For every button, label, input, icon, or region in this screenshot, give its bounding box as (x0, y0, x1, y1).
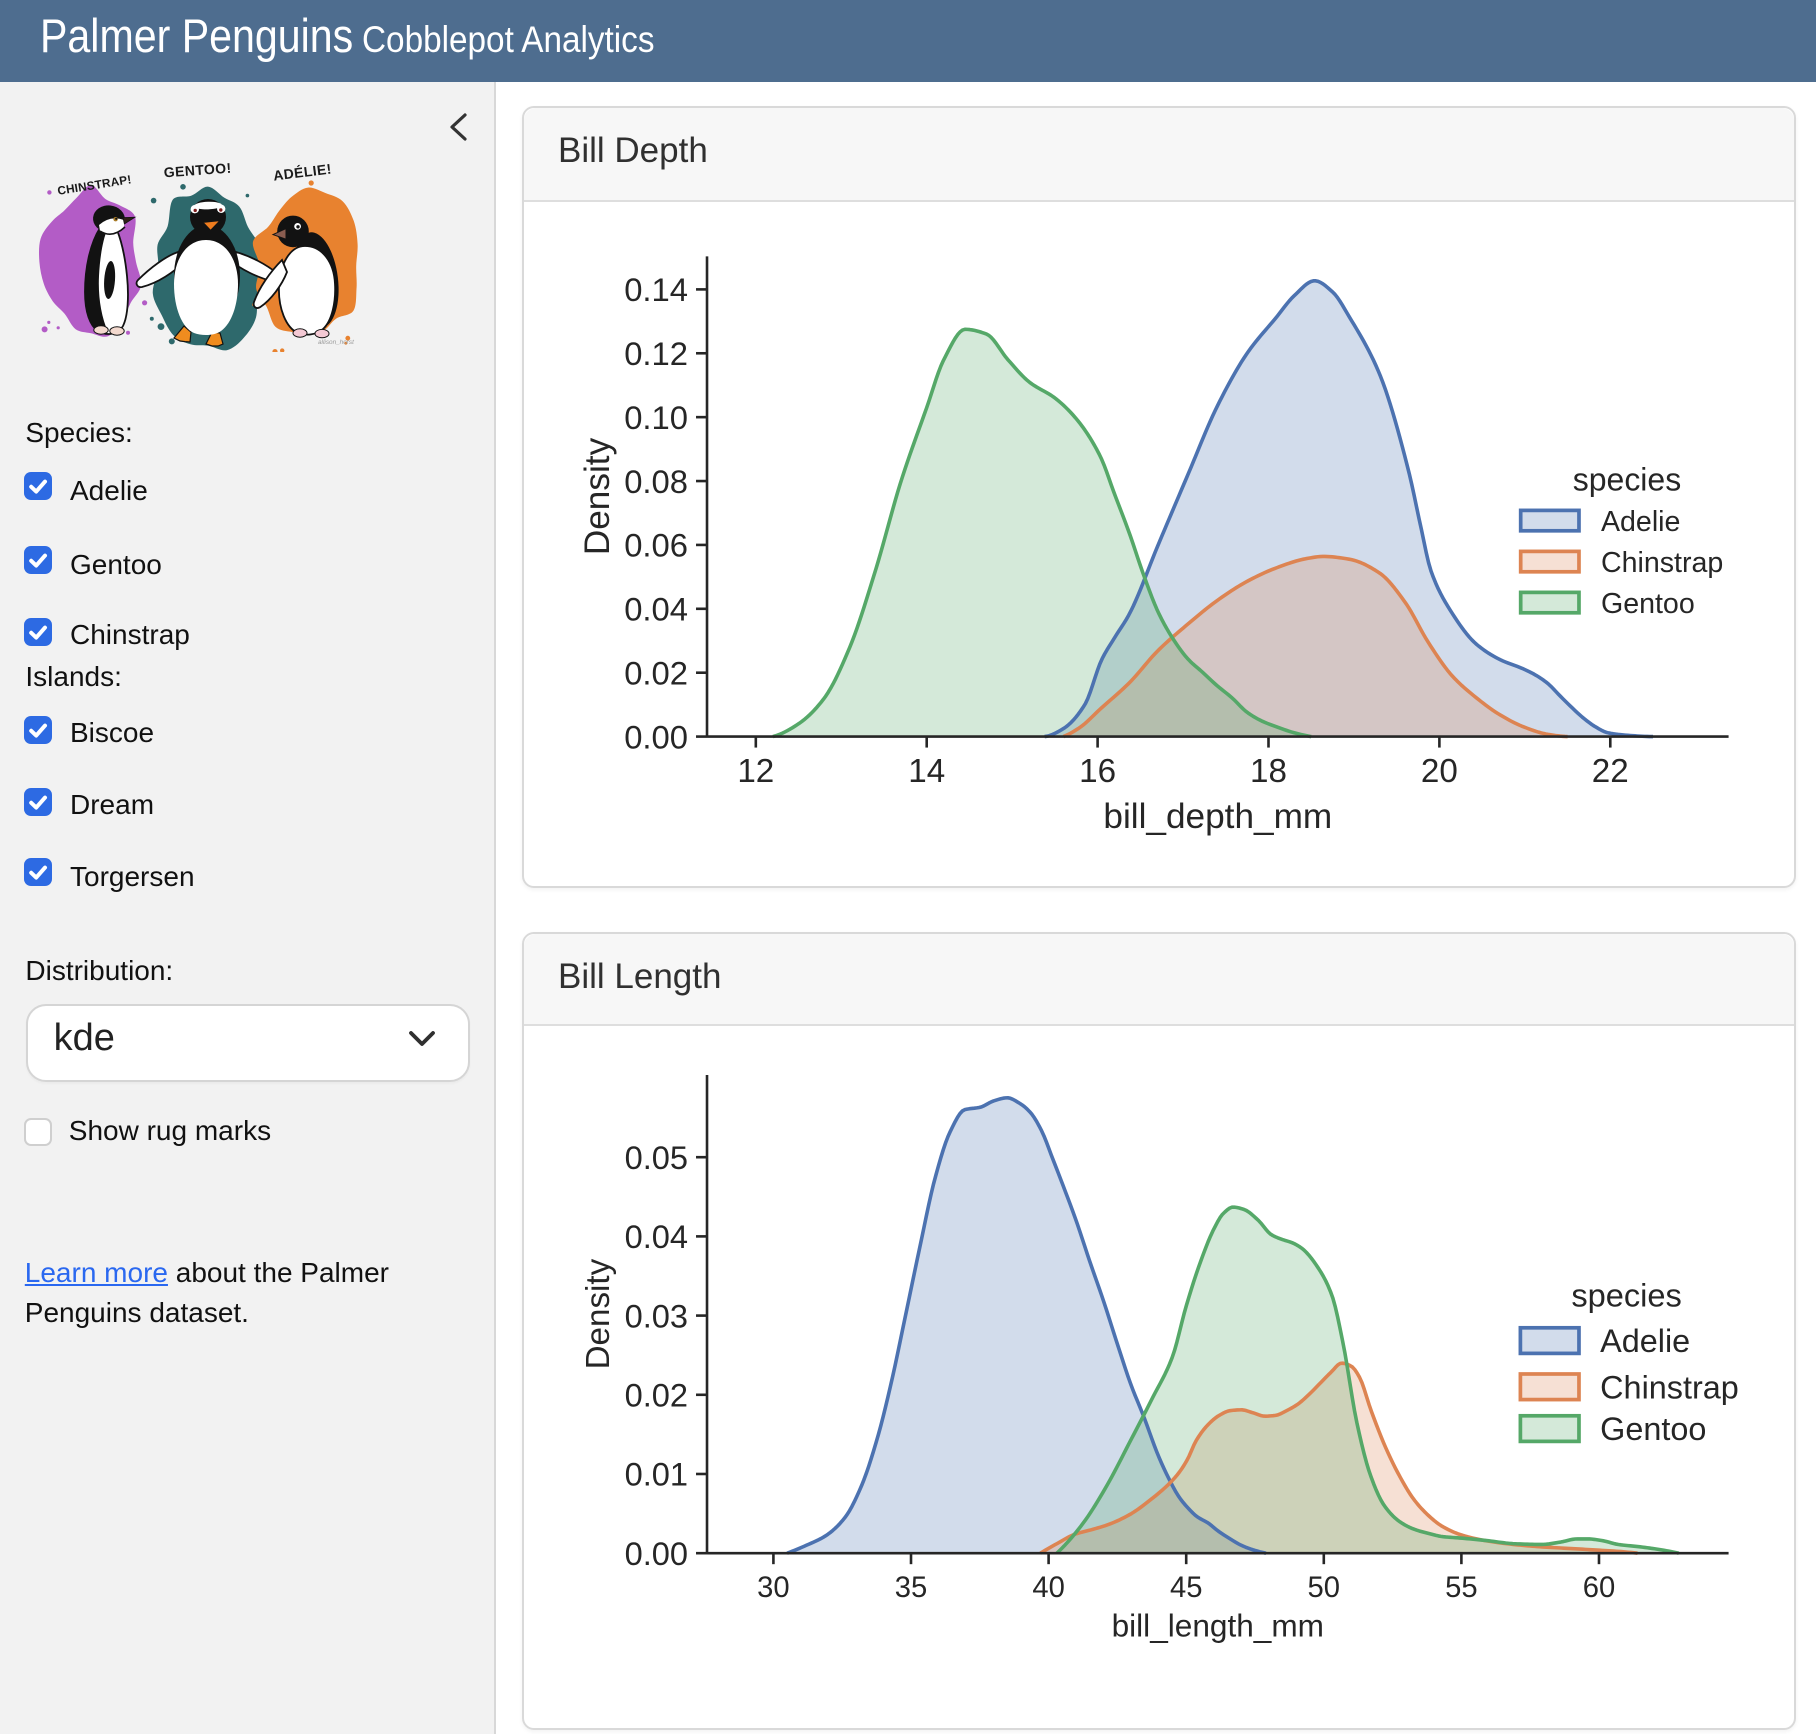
svg-text:bill_length_mm: bill_length_mm (1112, 1608, 1324, 1644)
svg-text:Density: Density (580, 1259, 617, 1370)
svg-text:16: 16 (1079, 753, 1116, 790)
svg-text:22: 22 (1592, 753, 1629, 790)
svg-text:Density: Density (578, 437, 617, 555)
svg-text:0.12: 0.12 (624, 335, 688, 372)
svg-text:Chinstrap: Chinstrap (1600, 1370, 1739, 1406)
svg-text:30: 30 (757, 1573, 789, 1605)
svg-text:55: 55 (1445, 1573, 1477, 1605)
svg-text:12: 12 (737, 753, 774, 790)
svg-text:Chinstrap: Chinstrap (1601, 546, 1723, 578)
svg-text:Adelie: Adelie (1600, 1324, 1690, 1360)
svg-text:0.00: 0.00 (625, 1536, 688, 1573)
svg-text:20: 20 (1421, 753, 1458, 790)
svg-text:0.14: 0.14 (624, 271, 688, 308)
svg-text:0.03: 0.03 (625, 1298, 688, 1335)
svg-text:ADÉLIE!: ADÉLIE! (271, 161, 331, 184)
svg-text:Gentoo: Gentoo (1601, 587, 1695, 619)
svg-text:species: species (1571, 1277, 1681, 1314)
svg-text:0.06: 0.06 (624, 526, 688, 563)
svg-text:Adelie: Adelie (1601, 505, 1680, 537)
svg-text:Gentoo: Gentoo (1600, 1412, 1706, 1448)
svg-text:0.00: 0.00 (624, 718, 688, 755)
svg-text:allison_horst: allison_horst (317, 339, 353, 346)
svg-text:0.01: 0.01 (625, 1456, 688, 1493)
svg-text:18: 18 (1250, 753, 1287, 790)
svg-text:60: 60 (1583, 1573, 1615, 1605)
svg-text:40: 40 (1032, 1573, 1064, 1605)
svg-text:bill_depth_mm: bill_depth_mm (1103, 797, 1332, 836)
svg-text:45: 45 (1170, 1573, 1202, 1605)
svg-text:0.04: 0.04 (625, 1219, 688, 1256)
svg-text:50: 50 (1308, 1573, 1340, 1605)
svg-text:0.02: 0.02 (625, 1377, 688, 1414)
svg-text:35: 35 (895, 1573, 927, 1605)
svg-text:species: species (1573, 461, 1681, 497)
svg-text:0.08: 0.08 (624, 462, 688, 499)
svg-text:GENTOO!: GENTOO! (162, 160, 231, 181)
svg-text:0.05: 0.05 (625, 1140, 688, 1177)
svg-text:0.10: 0.10 (624, 399, 688, 436)
svg-text:14: 14 (908, 753, 945, 790)
svg-text:0.04: 0.04 (624, 590, 688, 627)
svg-text:0.02: 0.02 (624, 654, 688, 691)
